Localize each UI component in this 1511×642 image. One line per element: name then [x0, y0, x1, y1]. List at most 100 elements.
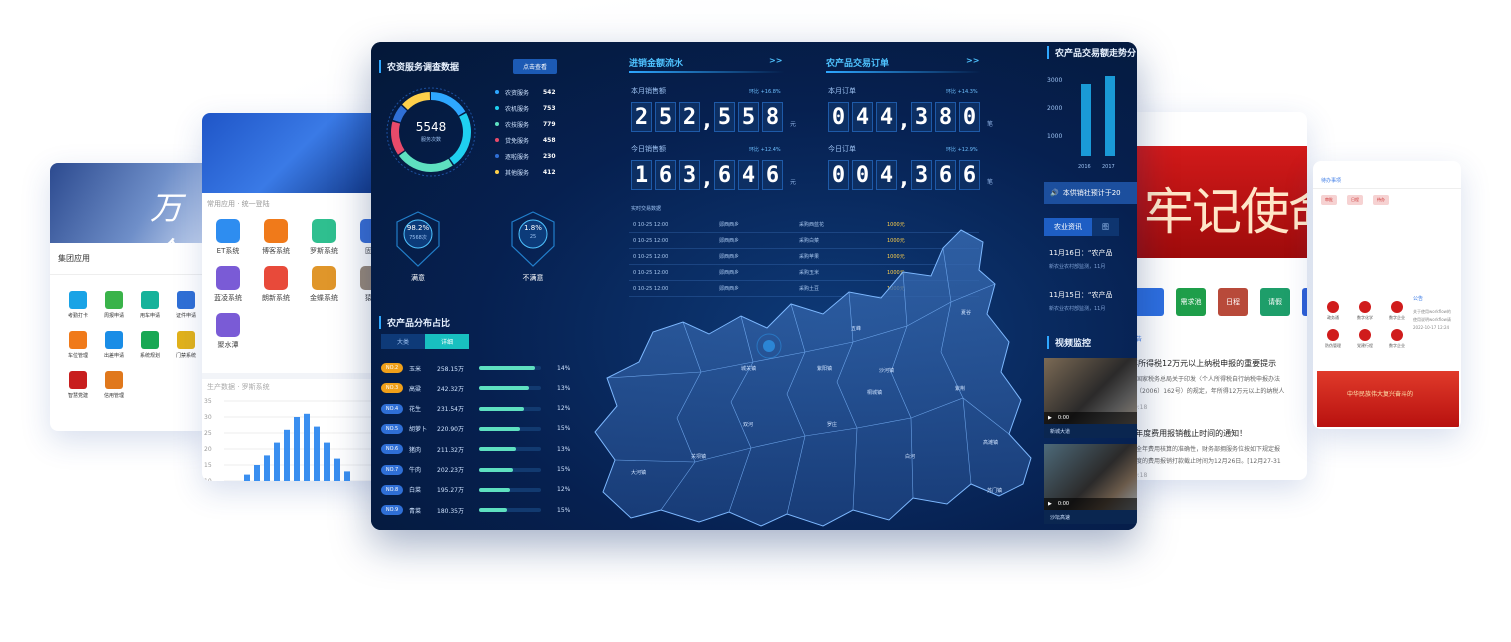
sales-more-arrow[interactable]: >> — [769, 56, 782, 65]
app-tile[interactable]: 朗新系统 — [252, 266, 300, 303]
service-tile[interactable]: 党建行程 — [1351, 329, 1379, 349]
app-icon — [312, 219, 336, 243]
map-region-label[interactable]: 城关镇 — [741, 365, 756, 372]
legend-row: 贷免服务 458 — [495, 132, 556, 148]
todo-tag[interactable]: 审批 — [1321, 195, 1337, 205]
play-icon[interactable]: ▶ — [1048, 415, 1052, 421]
unsatisfied-count: 25 — [529, 234, 537, 240]
app-label: 证件申请 — [175, 313, 196, 319]
map-region-label[interactable]: 高滩镇 — [983, 439, 998, 446]
y-tick-label: 15 — [204, 462, 212, 469]
legend-row: 农技服务 779 — [495, 116, 556, 132]
quick-button[interactable] — [1134, 288, 1164, 316]
legend-dot-icon — [495, 106, 499, 110]
map-location-marker[interactable] — [763, 340, 775, 352]
app-icon — [216, 219, 240, 243]
notice-item-title[interactable]: 年所得税12万元以上纳税申报的重要提示 — [1130, 358, 1276, 369]
legend-dot-icon — [495, 170, 499, 174]
video-player[interactable]: ▶ 0:00 新城大道 — [1044, 358, 1137, 438]
play-icon[interactable]: ▶ — [1048, 501, 1052, 507]
orders-more-arrow[interactable]: >> — [966, 56, 979, 65]
map-region-label[interactable]: 罗庄 — [827, 421, 837, 428]
notice-bar[interactable]: 🔊 本供销社预计于20 — [1044, 182, 1137, 204]
app-tile[interactable]: 出差申请 — [98, 331, 130, 359]
orders-month-label: 本月订单 — [828, 87, 856, 95]
progress-bar — [479, 467, 541, 472]
legend-row: 逐啦服务 230 — [495, 148, 556, 164]
quick-button[interactable]: 请假 — [1260, 288, 1290, 316]
map-region-label[interactable]: 关坝镇 — [691, 453, 706, 460]
map-region-label[interactable]: 五峰 — [851, 325, 861, 332]
service-tile[interactable]: 政务通 — [1319, 301, 1347, 321]
app-tile[interactable]: 考勤打卡 — [62, 291, 94, 319]
tab-category[interactable]: 大类 — [381, 334, 426, 349]
map-region-label[interactable]: 大河镇 — [631, 469, 646, 476]
progress-bar — [479, 508, 541, 513]
second-banner — [202, 113, 392, 193]
service-icon — [1359, 301, 1371, 313]
production-chart-svg: 35 30 25 20 15 10 — [204, 398, 388, 481]
orders-today-ratio: 环比 +12.9% — [946, 147, 978, 153]
map-region-label[interactable]: 紫阳镇 — [817, 365, 832, 372]
rank-badge: NO.8 — [381, 484, 403, 495]
app-tile[interactable]: 证件申请 — [170, 291, 202, 319]
service-tile[interactable]: 数字企业 — [1383, 329, 1411, 349]
todo-tag[interactable]: 待办 — [1373, 195, 1389, 205]
notice-item-body: 保全年费用核算的准确性，财务部拥服务位按如下规定报 — [1130, 446, 1281, 453]
app-tile[interactable]: 门禁系统 — [170, 331, 202, 359]
car-icon — [141, 291, 159, 309]
legend-value: 458 — [543, 136, 556, 144]
app-tile[interactable]: 车位管理 — [62, 331, 94, 359]
app-tile[interactable]: 系统规划 — [134, 331, 166, 359]
digit-cell: 6 — [655, 160, 676, 190]
video-player[interactable]: ▶ 0:00 沙坛高速 — [1044, 444, 1137, 524]
tab-agri-news[interactable]: 农业资讯 — [1044, 218, 1092, 236]
tab-detail[interactable]: 详细 — [425, 334, 470, 349]
app-tile[interactable]: 智慧党建 — [62, 371, 94, 399]
app-tile[interactable]: 聚水潭 — [204, 313, 252, 350]
service-tile[interactable]: 数字化学 — [1351, 301, 1379, 321]
news-item-title[interactable]: 11月16日：“农产品 — [1049, 248, 1112, 258]
unsatisfied-label: 不满意 — [522, 274, 544, 282]
quick-button[interactable]: 需求池 — [1176, 288, 1206, 316]
quick-button[interactable]: 日志 — [1302, 288, 1307, 316]
video-controls[interactable]: ▶ 0:00 — [1044, 498, 1137, 510]
map-region-label[interactable]: 紫荆 — [955, 385, 965, 392]
rank-badge: NO.3 — [381, 383, 403, 394]
todo-tag[interactable]: 日程 — [1347, 195, 1363, 205]
product-value: 180.35万 — [437, 507, 464, 515]
list-item: NO.6 猪肉 211.32万 13% — [381, 443, 570, 455]
map-region-label[interactable]: 白河 — [905, 453, 915, 460]
app-icon — [216, 313, 240, 337]
production-chart: 生产数据 · 罗斯系统 35 30 25 20 15 10 — [202, 373, 392, 481]
news-item-title[interactable]: 11月15日：“农产品 — [1049, 290, 1112, 300]
product-name: 胡萝卜 — [409, 426, 428, 434]
map-region-label[interactable]: 桐城镇 — [867, 389, 882, 396]
map-region-label[interactable]: 双河 — [743, 421, 753, 428]
app-tile[interactable]: 罗斯系统 — [300, 219, 348, 256]
rank-badge: NO.4 — [381, 403, 403, 414]
legend-value: 753 — [543, 104, 556, 112]
map-region-label[interactable]: 夏谷 — [961, 309, 971, 316]
app-tile[interactable]: 博客系统 — [252, 219, 300, 256]
app-tile[interactable]: 金蝶系统 — [300, 266, 348, 303]
progress-bar — [479, 426, 541, 431]
service-tile[interactable]: 数字企业 — [1383, 301, 1411, 321]
service-tile[interactable]: 防伪管理 — [1319, 329, 1347, 349]
app-tile[interactable]: 信用管理 — [98, 371, 130, 399]
digit-cell: 3 — [911, 160, 932, 190]
video-controls[interactable]: ▶ 0:00 — [1044, 412, 1137, 424]
notice-item-title[interactable]: 7年度费用报销截止时间的通知！ — [1130, 428, 1247, 439]
app-tile[interactable]: ET系统 — [204, 219, 252, 256]
tab-other[interactable]: 图 — [1092, 218, 1119, 236]
view-button[interactable]: 点击查看 — [513, 59, 558, 74]
map-region-label[interactable]: 沙河镇 — [879, 367, 894, 374]
map-region-label[interactable]: 苏门镇 — [987, 487, 1002, 494]
app-tile[interactable]: 蓝凌系统 — [204, 266, 252, 303]
legend-value: 542 — [543, 88, 556, 96]
app-tile[interactable]: 用车申请 — [134, 291, 166, 319]
app-tile[interactable]: 周报申请 — [98, 291, 130, 319]
value-unit: 元 — [790, 121, 797, 128]
product-value: 231.54万 — [437, 406, 464, 414]
quick-button[interactable]: 日程 — [1218, 288, 1248, 316]
